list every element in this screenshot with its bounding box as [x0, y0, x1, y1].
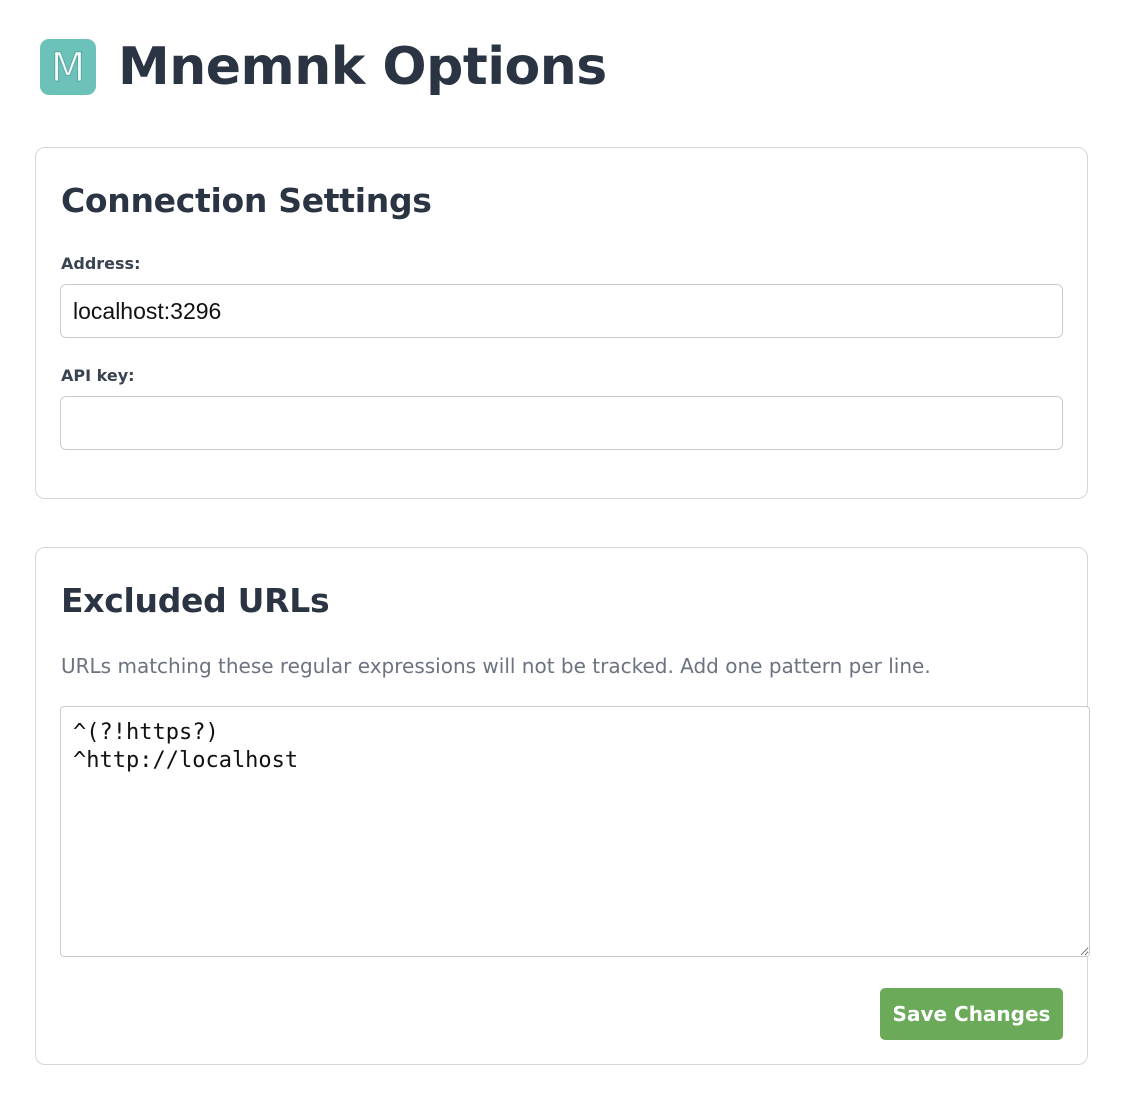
excluded-patterns-textarea[interactable]: ^(?!https?) ^http://localhost [60, 706, 1090, 957]
api-key-input[interactable] [60, 396, 1063, 450]
connection-settings-title: Connection Settings [61, 181, 432, 220]
connection-settings-card: Connection Settings Address: API key: [35, 147, 1088, 499]
mnemnk-logo-icon: M [40, 39, 96, 95]
api-key-label: API key: [61, 366, 135, 385]
save-changes-button[interactable]: Save Changes [880, 988, 1063, 1040]
excluded-urls-card: Excluded URLs URLs matching these regula… [35, 547, 1090, 1065]
page-header: M Mnemnk Options [40, 36, 607, 98]
logo-letter: M [51, 47, 86, 87]
address-label: Address: [61, 254, 141, 273]
address-input[interactable] [60, 284, 1063, 338]
page-title: Mnemnk Options [118, 37, 607, 97]
excluded-urls-title: Excluded URLs [61, 581, 330, 620]
excluded-urls-description: URLs matching these regular expressions … [61, 654, 931, 678]
logo-letter-glyph: M [50, 47, 86, 87]
